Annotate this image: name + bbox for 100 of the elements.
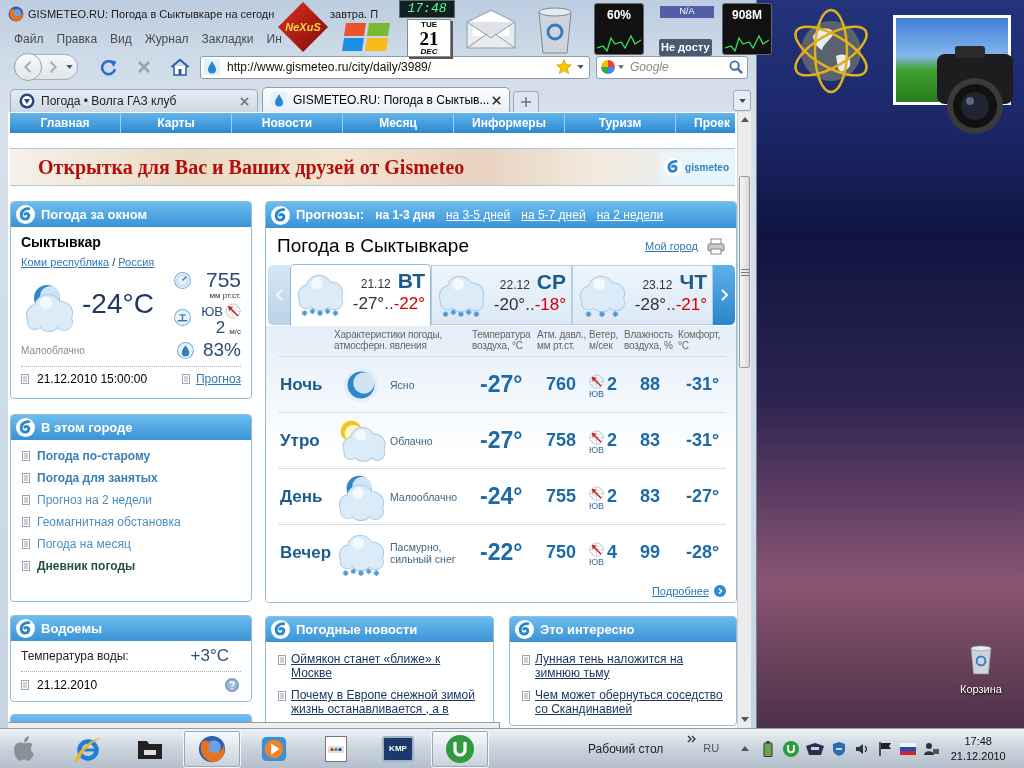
temperature-value: -24°C [82,287,154,321]
flag-icon[interactable] [877,740,894,757]
wind-direction-icon [225,303,241,319]
language-indicator[interactable]: RU [703,740,720,757]
day-tab[interactable]: 23.12 ЧТ -28°..-21° [572,265,713,325]
city-link[interactable]: Прогноз на 2 недели [37,491,152,509]
shield-icon[interactable] [831,740,848,757]
search-input[interactable]: Google [630,58,729,76]
battery-icon[interactable] [763,740,774,757]
low-temperature: -28°.. [634,294,676,316]
day-tab[interactable]: 21.12 ВТ -27°..-22° [290,264,431,326]
weekday-text: TUE [421,21,437,29]
high-temperature: -18° [534,294,566,316]
round-emblem-icon [19,93,35,109]
close-icon[interactable] [492,95,501,105]
document-icon [181,374,190,384]
wind-direction-text: ЮВ [201,303,223,319]
scrollbar-thumb[interactable] [739,176,750,368]
news-link[interactable]: Лунная тень наложится на зимнюю тьму [535,652,731,680]
browser-tab[interactable]: GISMETEO.RU: Погода в Сыктыв... [262,87,510,112]
pressure-value: 755 [546,486,577,506]
forecast-label: Прогнозы: [296,206,365,225]
printer-icon[interactable] [707,237,725,255]
new-tab-button[interactable] [513,91,539,112]
winged-badge-icon[interactable] [806,741,825,756]
tricolor-flag-icon[interactable] [900,742,917,755]
scrollbar[interactable] [737,112,751,728]
swirl-icon [16,205,35,224]
browser-tab[interactable]: Погода • Волга ГАЗ клуб [10,89,258,112]
calendar-page[interactable]: TUE 21 DEC [407,19,451,57]
memory-meter-gadget[interactable]: 908M [722,3,772,55]
four-pane-flag-icon[interactable] [342,20,390,54]
user-network-icon[interactable] [923,740,940,757]
menu-item[interactable]: Журнал [144,30,189,48]
city-link[interactable]: Дневник погоды [37,557,136,575]
date-text: 21.12.2010 [37,677,98,694]
back-button[interactable] [14,53,42,81]
cpu-meter-gadget[interactable]: 60% [594,3,644,55]
condition-text: Пасмурно, сильный снег [390,540,456,565]
swirl-icon [16,619,35,638]
menu-item[interactable]: Вид [110,30,132,48]
fox-globe-icon [8,6,24,22]
wind-speed-value: 2 [215,319,226,336]
url-input[interactable]: http://www.gismeteo.ru/city/daily/3989/ [227,58,556,76]
status-badge: N/A [659,5,715,19]
clock-time[interactable]: 17:48 [964,733,992,749]
home-icon[interactable] [170,58,190,76]
water-drop-icon [176,341,194,359]
city-link[interactable]: Погода на месяц [37,535,131,553]
envelope-icon[interactable] [463,8,519,50]
logo-text: gismeteo [685,160,729,175]
region-link[interactable]: Коми республика [21,253,110,271]
forecast-link[interactable]: Прогноз [195,370,241,388]
temperature-value: -24° [480,483,523,510]
star-icon[interactable] [556,59,572,75]
news-link[interactable]: Оймякон станет «ближе» к Москве [291,652,480,680]
country-link[interactable]: Россия [118,253,155,271]
double-chevron-icon[interactable] [687,735,698,743]
search-icon[interactable] [729,60,743,74]
chevron-left-icon [275,289,283,301]
low-temperature: -27°.. [352,293,394,315]
menu-item[interactable]: Правка [56,30,98,48]
news-link[interactable]: Чем может обернуться соседство со Скандинавией [535,688,731,716]
time-of-day-label: Вечер [280,542,332,562]
url-field[interactable]: http://www.gismeteo.ru/city/daily/3989/ [200,55,590,79]
news-link[interactable]: Почему в Европе снежной зимой жизнь останавливается , а в [291,688,480,716]
menu-item[interactable]: Закладки [201,30,254,48]
weekday-label: СР [536,270,566,294]
wind-icon [174,309,191,326]
caret-down-icon[interactable] [577,65,584,69]
high-temperature: -21° [675,294,707,316]
day-tab[interactable]: 22.12 СР -20°..-18° [431,265,572,325]
search-field[interactable]: Google [596,55,748,79]
time-of-day-label: Утро [280,430,320,450]
city-link[interactable]: Погода для занятых [37,469,158,487]
day-date: 21.12 [360,276,391,293]
digital-clock[interactable]: 17:48 [399,0,455,18]
chevron-circle-icon[interactable] [714,585,726,597]
desktop-icon-label: Корзина [960,682,1002,697]
month-text: DEC [420,48,438,56]
u-logo-icon[interactable] [783,740,800,757]
clock-date[interactable]: 21.12.2010 [950,748,1006,764]
wind-speed-value: 2 [607,374,618,394]
document-icon [22,561,30,571]
city-link[interactable]: Погода по-старому [37,447,151,465]
caret-down-icon[interactable] [66,65,73,69]
tab-list-button[interactable] [733,90,751,111]
taskbar-button[interactable]: KMP [369,729,427,768]
arrow-right-icon [47,60,59,74]
column-header: Ветер, м/сек [589,329,619,351]
condition-text: Облачно [390,434,433,447]
reload-icon[interactable] [100,58,118,76]
caret-up-icon[interactable] [741,746,750,751]
more-link[interactable]: Подробнее [651,582,709,600]
city-link[interactable]: Геомагнитная обстановка [37,513,181,531]
humidity-value: 83 [640,430,661,450]
menu-item[interactable]: Файл [14,30,44,48]
carousel-next-button[interactable] [713,265,735,325]
help-icon[interactable] [225,678,239,692]
my-city-link[interactable]: Мой город [645,237,698,255]
